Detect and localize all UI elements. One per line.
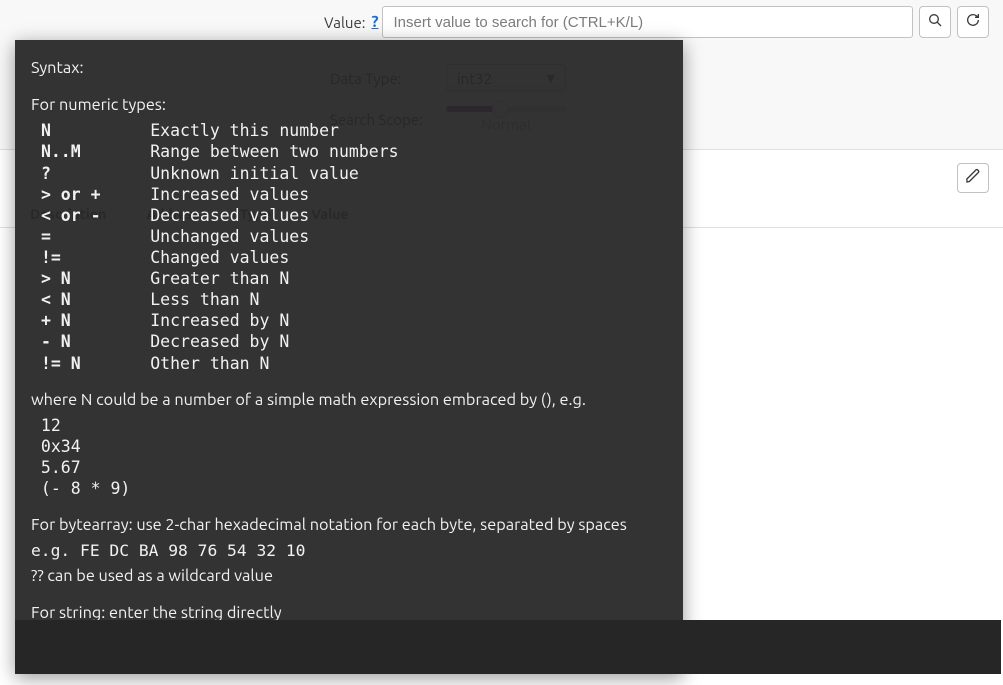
numeric-syntax-block: N Exactly this number N..M Range between… [31,120,667,373]
examples-block: 12 0x34 5.67 (- 8 * 9) [31,415,667,499]
status-strip [15,620,1001,674]
numeric-heading: For numeric types: [31,95,667,116]
refresh-icon [965,12,981,32]
where-note: where N could be a number of a simple ma… [31,390,667,411]
syntax-help-link[interactable]: ? [371,13,378,31]
pencil-icon [965,168,981,188]
value-label: Value: [324,14,365,31]
syntax-tooltip: Syntax: For numeric types: N Exactly thi… [15,40,683,674]
search-button[interactable] [919,6,951,38]
bytearray-example: e.g. FE DC BA 98 76 54 32 10 [31,540,667,561]
value-input[interactable] [382,6,913,38]
search-icon [927,12,943,32]
value-row: Value: ? [0,0,1003,42]
tooltip-title: Syntax: [31,58,667,79]
bytearray-wildcard: ?? can be used as a wildcard value [31,566,667,587]
edit-button[interactable] [957,163,989,193]
refresh-button[interactable] [957,6,989,38]
bytearray-line1: For bytearray: use 2-char hexadecimal no… [31,515,667,536]
